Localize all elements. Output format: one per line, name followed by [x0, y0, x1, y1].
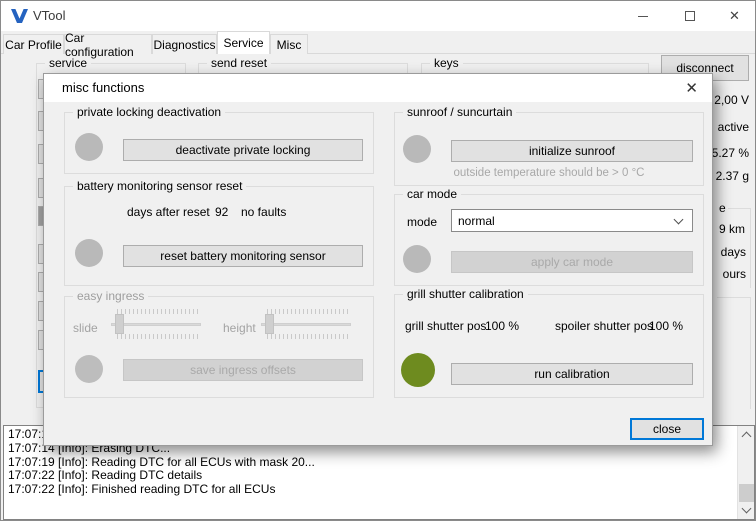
easy-ingress-group-title: easy ingress — [73, 289, 148, 303]
initialize-sunroof-button[interactable]: initialize sunroof — [451, 140, 693, 162]
slider-thumb — [265, 314, 274, 334]
calibration-status-indicator — [401, 353, 435, 387]
slider-ticks — [267, 309, 351, 314]
easy-ingress-group: easy ingress slide height save ingress o… — [64, 296, 374, 398]
trip-days: days — [721, 245, 746, 259]
slider-ticks — [117, 309, 201, 314]
slider-track — [111, 323, 201, 326]
mode-dropdown-value: normal — [458, 214, 495, 228]
send-reset-group-title: send reset — [207, 56, 271, 70]
tab-car-configuration[interactable]: Car configuration — [64, 34, 152, 54]
easy-ingress-status-indicator — [75, 355, 103, 383]
deactivate-private-locking-button[interactable]: deactivate private locking — [123, 139, 363, 161]
chevron-down-icon — [674, 215, 684, 225]
trip-group-title-fragment: e — [717, 201, 728, 215]
minimize-icon — [638, 16, 648, 17]
dialog-close-icon[interactable]: ✕ — [685, 79, 698, 97]
battery-monitoring-group-title: battery monitoring sensor reset — [73, 179, 246, 193]
private-locking-group: private locking deactivation deactivate … — [64, 112, 374, 174]
tab-service[interactable]: Service — [217, 31, 270, 54]
maximize-button[interactable] — [667, 1, 712, 31]
sunroof-group-title: sunroof / suncurtain — [403, 105, 516, 119]
grill-shutter-group: grill shutter calibration grill shutter … — [394, 294, 704, 398]
dialog-close-button[interactable]: close — [630, 418, 704, 440]
spoiler-shutter-pos-value: 100 % — [649, 319, 683, 333]
log-line: 17:07:22 [Info]: Finished reading DTC fo… — [8, 483, 734, 497]
slider-thumb — [115, 314, 124, 334]
title-bar: VTool ✕ — [1, 1, 755, 31]
grill-shutter-pos-label: grill shutter pos — [405, 319, 486, 333]
minimize-button[interactable] — [620, 1, 665, 31]
scroll-up-icon[interactable] — [742, 432, 752, 442]
grill-shutter-pos-value: 100 % — [485, 319, 519, 333]
window-title: VTool — [33, 1, 66, 31]
log-scrollbar[interactable] — [737, 426, 754, 519]
slide-slider — [109, 309, 203, 339]
height-slider — [259, 309, 353, 339]
slider-ticks — [117, 334, 201, 339]
height-label: height — [223, 321, 256, 335]
save-ingress-offsets-button: save ingress offsets — [123, 359, 363, 381]
close-icon: ✕ — [729, 8, 740, 24]
car-mode-status-indicator — [403, 245, 431, 273]
mode-label: mode — [407, 215, 437, 229]
slider-ticks — [267, 334, 351, 339]
dialog-title: misc functions — [62, 74, 144, 102]
vtool-window: VTool ✕ Car Profile Car configuration Di… — [0, 0, 756, 521]
battery-monitoring-group: battery monitoring sensor reset days aft… — [64, 186, 374, 286]
service-group-title: service — [45, 56, 91, 70]
tab-diagnostics[interactable]: Diagnostics — [152, 34, 217, 54]
private-locking-group-title: private locking deactivation — [73, 105, 225, 119]
private-locking-status-indicator — [75, 133, 103, 161]
slider-track — [261, 323, 351, 326]
grill-shutter-group-title: grill shutter calibration — [403, 287, 528, 301]
dialog-title-bar: misc functions ✕ — [44, 74, 712, 102]
days-after-reset-label: days after reset — [127, 205, 210, 219]
sunroof-status-indicator — [403, 135, 431, 163]
vtool-logo-icon — [11, 9, 28, 28]
apply-car-mode-button: apply car mode — [451, 251, 693, 273]
sunroof-temperature-note: outside temperature should be > 0 °C — [395, 167, 703, 179]
misc-functions-dialog: misc functions ✕ private locking deactiv… — [43, 73, 713, 446]
spoiler-shutter-pos-label: spoiler shutter pos — [555, 319, 653, 333]
sunroof-group: sunroof / suncurtain initialize sunroof … — [394, 112, 704, 186]
reset-battery-monitoring-button[interactable]: reset battery monitoring sensor — [123, 245, 363, 267]
window-close-button[interactable]: ✕ — [712, 1, 756, 31]
lower-group-border — [717, 297, 751, 409]
slide-label: slide — [73, 321, 98, 335]
faults-status-text: no faults — [241, 205, 286, 219]
run-calibration-button[interactable]: run calibration — [451, 363, 693, 385]
battery-reset-status-indicator — [75, 239, 103, 267]
scroll-down-icon[interactable] — [742, 504, 752, 514]
scrollbar-thumb[interactable] — [739, 484, 754, 502]
log-line: 17:07:22 [Info]: Reading DTC details — [8, 469, 734, 483]
tab-misc[interactable]: Misc — [270, 34, 308, 54]
maximize-icon — [685, 11, 695, 21]
keys-group-title: keys — [430, 56, 463, 70]
log-line: 17:07:19 [Info]: Reading DTC for all ECU… — [8, 456, 734, 470]
tab-car-profile[interactable]: Car Profile — [3, 34, 64, 54]
mode-dropdown[interactable]: normal — [451, 209, 693, 232]
days-after-reset-value: 92 — [215, 205, 228, 219]
car-mode-group-title: car mode — [403, 187, 461, 201]
car-mode-group: car mode mode normal apply car mode — [394, 194, 704, 286]
trip-distance: 9 km — [719, 222, 745, 236]
trip-hours: ours — [723, 267, 746, 281]
